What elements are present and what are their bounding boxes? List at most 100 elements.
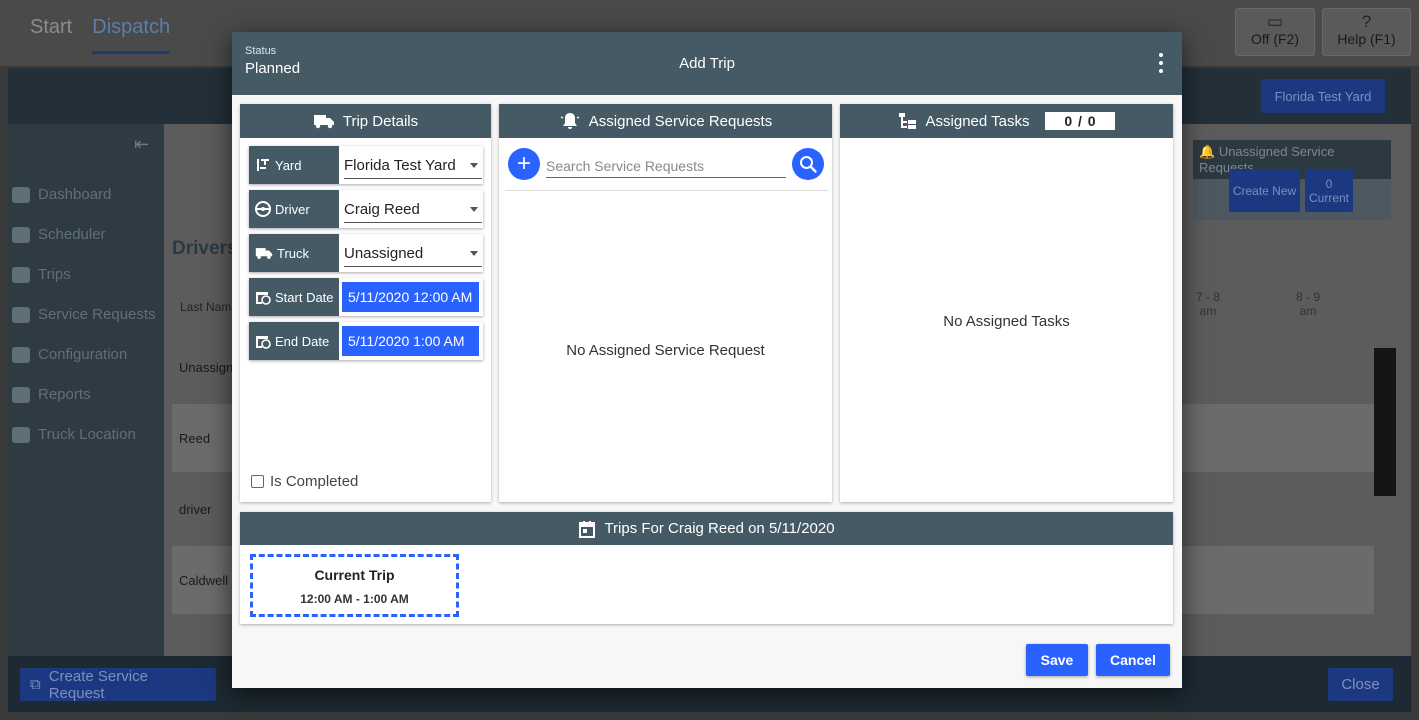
- sidebar-item-label: Dashboard: [38, 186, 112, 203]
- steering-wheel-icon: [255, 201, 271, 217]
- trip-details-panel: Trip Details Yard Florida Test Yard Driv…: [240, 104, 491, 502]
- tasks-count-badge: 0 / 0: [1045, 112, 1116, 130]
- chevron-down-icon[interactable]: [470, 251, 478, 256]
- no-service-requests-message: No Assigned Service Request: [566, 342, 765, 359]
- bell-icon: [12, 306, 30, 323]
- sidebar-item-label: Truck Location: [38, 426, 136, 443]
- sidebar-item-label: Trips: [38, 266, 71, 283]
- yard-button[interactable]: Florida Test Yard: [1261, 79, 1385, 113]
- top-nav: Start Dispatch: [30, 16, 171, 54]
- calendar-clock-icon: [256, 292, 271, 305]
- bell-icon: 🔔: [1199, 144, 1216, 159]
- driver-trips-panel: Trips For Craig Reed on 5/11/2020 Curren…: [240, 512, 1173, 624]
- service-requests-title: Assigned Service Requests: [588, 112, 773, 130]
- search-button[interactable]: [792, 148, 824, 180]
- trip-details-title: Trip Details: [342, 112, 419, 130]
- start-date-label: Start Date: [275, 289, 334, 305]
- divider: [505, 190, 828, 191]
- drivers-heading: Drivers: [172, 238, 238, 259]
- is-completed-label: Is Completed: [270, 473, 359, 490]
- driver-trips-title: Trips For Craig Reed on 5/11/2020: [604, 520, 835, 537]
- dashboard-icon: [12, 186, 30, 203]
- current-label: Current: [1308, 190, 1349, 205]
- search-icon: [800, 156, 817, 173]
- truck-icon: [255, 248, 273, 259]
- calendar-icon: [579, 520, 596, 538]
- help-button[interactable]: ? Help (F1): [1322, 8, 1411, 56]
- save-button[interactable]: Save: [1026, 644, 1088, 676]
- assigned-tasks-panel: Assigned Tasks 0 / 0 No Assigned Tasks: [840, 104, 1173, 502]
- trip-card-time: 12:00 AM - 1:00 AM: [300, 592, 409, 606]
- truck-label: Truck: [277, 245, 310, 261]
- yard-icon: [257, 159, 269, 171]
- list-edit-icon: [12, 346, 30, 363]
- bell-ring-icon: [560, 113, 580, 129]
- current-count-button[interactable]: 0 Current: [1305, 169, 1353, 212]
- sidebar-item-truck-location[interactable]: Truck Location: [12, 426, 136, 443]
- more-options-icon[interactable]: [1158, 53, 1164, 73]
- modal-header: Status Planned Add Trip: [232, 32, 1182, 95]
- yard-label: Yard: [275, 157, 302, 173]
- driver-field[interactable]: Driver Craig Reed: [249, 190, 483, 228]
- truck-select[interactable]: Unassigned: [344, 240, 482, 267]
- help-button-label: Help (F1): [1337, 31, 1396, 47]
- sidebar-item-scheduler[interactable]: Scheduler: [12, 226, 106, 243]
- assigned-tasks-title: Assigned Tasks: [925, 112, 1030, 130]
- sidebar-item-label: Configuration: [38, 346, 128, 363]
- scrollbar[interactable]: [1374, 348, 1396, 496]
- is-completed-toggle[interactable]: Is Completed: [251, 473, 358, 490]
- row-label: Unassign: [179, 360, 234, 375]
- nav-dispatch[interactable]: Dispatch: [92, 16, 171, 54]
- close-button[interactable]: Close: [1328, 668, 1393, 701]
- bar-chart-icon: [12, 386, 30, 403]
- yard-field[interactable]: Yard Florida Test Yard: [249, 146, 483, 184]
- current-count: 0: [1325, 176, 1333, 191]
- sidebar-item-label: Service Requests: [38, 306, 156, 323]
- collapse-sidebar-icon[interactable]: ⇤: [134, 134, 149, 155]
- hour-column-8-9: 8 - 9 am: [1295, 290, 1320, 318]
- chevron-down-icon[interactable]: [470, 207, 478, 212]
- end-date-field[interactable]: End Date 5/11/2020 1:00 AM: [249, 322, 483, 360]
- external-link-icon: ⧉: [30, 676, 41, 693]
- calendar-icon: [12, 226, 30, 243]
- trip-details-header: Trip Details: [240, 104, 491, 138]
- truck-location-icon: [12, 426, 30, 443]
- sidebar-item-reports[interactable]: Reports: [12, 386, 91, 403]
- sidebar-item-configuration[interactable]: Configuration: [12, 346, 127, 363]
- trip-card-title: Current Trip: [314, 567, 395, 583]
- create-service-request-label: Create Service Request: [48, 667, 148, 702]
- end-date-label: End Date: [275, 333, 330, 349]
- last-name-header: Last Name: [180, 300, 239, 314]
- create-new-button[interactable]: Create New: [1229, 169, 1300, 212]
- truck-field[interactable]: Truck Unassigned: [249, 234, 483, 272]
- sidebar-item-trips[interactable]: Trips: [12, 266, 71, 283]
- yard-select[interactable]: Florida Test Yard: [344, 152, 482, 179]
- end-date-picker[interactable]: 5/11/2020 1:00 AM: [342, 326, 479, 356]
- row-label: Reed: [179, 431, 211, 446]
- start-date-field[interactable]: Start Date 5/11/2020 12:00 AM: [249, 278, 483, 316]
- off-button-label: Off (F2): [1251, 31, 1299, 47]
- search-service-requests-input[interactable]: [546, 154, 786, 178]
- start-date-picker[interactable]: 5/11/2020 12:00 AM: [342, 282, 479, 312]
- driver-select[interactable]: Craig Reed: [344, 196, 482, 223]
- row-label: Caldwell: [179, 573, 229, 588]
- task-tree-icon: [898, 113, 916, 129]
- truck-icon: [12, 266, 30, 283]
- chevron-down-icon[interactable]: [470, 163, 478, 168]
- assigned-tasks-header: Assigned Tasks 0 / 0: [840, 104, 1173, 138]
- add-service-request-button[interactable]: +: [508, 148, 540, 180]
- sidebar-item-service-requests[interactable]: Service Requests: [12, 306, 156, 323]
- is-completed-checkbox[interactable]: [251, 475, 264, 488]
- current-trip-card[interactable]: Current Trip 12:00 AM - 1:00 AM: [250, 554, 459, 617]
- row-label: driver: [179, 502, 212, 517]
- service-requests-header: Assigned Service Requests: [499, 104, 832, 138]
- off-button[interactable]: ▭ Off (F2): [1235, 8, 1315, 56]
- create-service-request-button[interactable]: ⧉ Create Service Request: [20, 667, 216, 702]
- calendar-clock-icon: [256, 336, 271, 349]
- nav-start[interactable]: Start: [30, 16, 72, 54]
- sidebar-item-dashboard[interactable]: Dashboard: [12, 186, 111, 203]
- truck-icon: [313, 115, 334, 129]
- assigned-service-requests-panel: Assigned Service Requests + No Assigned …: [499, 104, 832, 502]
- cancel-button[interactable]: Cancel: [1096, 644, 1170, 676]
- driver-trips-header: Trips For Craig Reed on 5/11/2020: [240, 512, 1173, 545]
